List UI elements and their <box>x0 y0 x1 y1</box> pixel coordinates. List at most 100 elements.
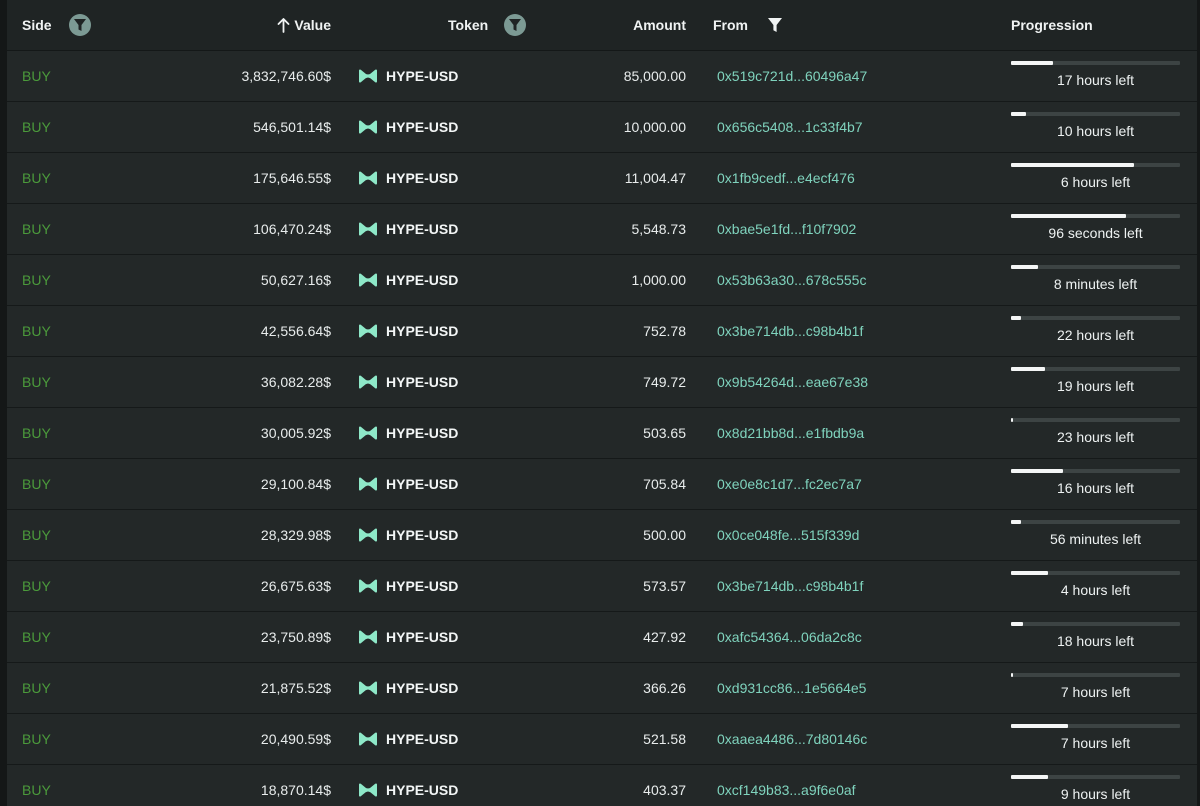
value-cell: 21,875.52$ <box>261 663 331 713</box>
time-left-label: 8 minutes left <box>1053 276 1138 292</box>
from-address-label: 0xcf149b83...a9f6e0af <box>717 782 856 798</box>
value-cell: 175,646.55$ <box>253 153 331 203</box>
amount-cell: 573.57 <box>643 561 686 611</box>
progression-cell: 6 hours left <box>1011 153 1180 203</box>
table-row[interactable]: BUY 20,490.59$ HYPE-USD 521.58 0xaaea448… <box>7 714 1197 765</box>
token-cell[interactable]: HYPE-USD <box>358 255 458 305</box>
progress-bar <box>1011 112 1180 116</box>
token-cell[interactable]: HYPE-USD <box>358 510 458 560</box>
token-cell[interactable]: HYPE-USD <box>358 153 458 203</box>
from-address-link[interactable]: 0x3be714db...c98b4b1f <box>717 306 863 356</box>
progression-cell: 56 minutes left <box>1011 510 1180 560</box>
table-row[interactable]: BUY 175,646.55$ HYPE-USD 11,004.47 0x1fb… <box>7 153 1197 204</box>
amount-label: 500.00 <box>643 527 686 543</box>
table-row[interactable]: BUY 26,675.63$ HYPE-USD 573.57 0x3be714d… <box>7 561 1197 612</box>
from-address-link[interactable]: 0x9b54264d...eae67e38 <box>717 357 868 407</box>
value-cell: 26,675.63$ <box>261 561 331 611</box>
from-address-link[interactable]: 0x8d21bb8d...e1fbdb9a <box>717 408 864 458</box>
table-row[interactable]: BUY 50,627.16$ HYPE-USD 1,000.00 0x53b63… <box>7 255 1197 306</box>
token-cell[interactable]: HYPE-USD <box>358 102 458 152</box>
from-address-link[interactable]: 0x0ce048fe...515f339d <box>717 510 859 560</box>
token-label: HYPE-USD <box>386 323 459 339</box>
table-row[interactable]: BUY 106,470.24$ HYPE-USD 5,548.73 0xbae5… <box>7 204 1197 255</box>
from-address-link[interactable]: 0x519c721d...60496a47 <box>717 51 867 101</box>
token-cell[interactable]: HYPE-USD <box>358 204 458 254</box>
amount-cell: 521.58 <box>643 714 686 764</box>
progression-cell: 7 hours left <box>1011 714 1180 764</box>
header-amount[interactable]: Amount <box>633 0 686 50</box>
progress-bar <box>1011 418 1180 422</box>
side-label: BUY <box>22 221 51 237</box>
header-from-label: From <box>713 17 748 33</box>
time-left-label: 22 hours left <box>1056 327 1135 343</box>
side-cell: BUY <box>22 561 51 611</box>
side-cell: BUY <box>22 459 51 509</box>
amount-label: 521.58 <box>643 731 686 747</box>
table-row[interactable]: BUY 546,501.14$ HYPE-USD 10,000.00 0x656… <box>7 102 1197 153</box>
from-address-link[interactable]: 0x1fb9cedf...e4ecf476 <box>717 153 855 203</box>
progress-bar <box>1011 622 1180 626</box>
side-cell: BUY <box>22 255 51 305</box>
from-address-link[interactable]: 0xaaea4486...7d80146c <box>717 714 867 764</box>
from-address-link[interactable]: 0x53b63a30...678c555c <box>717 255 866 305</box>
token-cell[interactable]: HYPE-USD <box>358 408 458 458</box>
token-label: HYPE-USD <box>386 68 459 84</box>
amount-label: 10,000.00 <box>623 119 686 135</box>
table-row[interactable]: BUY 29,100.84$ HYPE-USD 705.84 0xe0e8c1d… <box>7 459 1197 510</box>
table-row[interactable]: BUY 21,875.52$ HYPE-USD 366.26 0xd931cc8… <box>7 663 1197 714</box>
progression-cell: 17 hours left <box>1011 51 1180 101</box>
sort-arrow-up-icon[interactable] <box>277 17 290 33</box>
table-row[interactable]: BUY 3,832,746.60$ HYPE-USD 85,000.00 0x5… <box>7 51 1197 102</box>
amount-label: 5,548.73 <box>631 221 687 237</box>
progress-bar-fill <box>1011 673 1013 677</box>
token-cell[interactable]: HYPE-USD <box>358 306 458 356</box>
token-cell[interactable]: HYPE-USD <box>358 612 458 662</box>
table-row[interactable]: BUY 18,870.14$ HYPE-USD 403.37 0xcf149b8… <box>7 765 1197 806</box>
header-token[interactable]: Token <box>448 0 527 50</box>
amount-label: 11,004.47 <box>624 170 686 186</box>
progression-cell: 10 hours left <box>1011 102 1180 152</box>
side-cell: BUY <box>22 765 51 806</box>
from-address-link[interactable]: 0xafc54364...06da2c8c <box>717 612 862 662</box>
side-label: BUY <box>22 425 51 441</box>
token-label: HYPE-USD <box>386 272 459 288</box>
table-row[interactable]: BUY 42,556.64$ HYPE-USD 752.78 0x3be714d… <box>7 306 1197 357</box>
token-label: HYPE-USD <box>386 119 459 135</box>
token-cell[interactable]: HYPE-USD <box>358 765 458 806</box>
from-address-label: 0x9b54264d...eae67e38 <box>717 374 869 390</box>
token-filter-icon[interactable] <box>504 14 527 36</box>
table-row[interactable]: BUY 28,329.98$ HYPE-USD 500.00 0x0ce048f… <box>7 510 1197 561</box>
side-cell: BUY <box>22 51 51 101</box>
side-cell: BUY <box>22 306 51 356</box>
progress-bar-fill <box>1011 367 1045 371</box>
progress-bar-fill <box>1011 316 1022 320</box>
value-cell: 28,329.98$ <box>261 510 331 560</box>
header-value[interactable]: Value <box>277 0 331 50</box>
hyperliquid-logo-icon <box>358 579 378 593</box>
header-progression[interactable]: Progression <box>1011 0 1093 50</box>
table-row[interactable]: BUY 30,005.92$ HYPE-USD 503.65 0x8d21bb8… <box>7 408 1197 459</box>
value-label: 3,832,746.60$ <box>241 68 331 84</box>
token-cell[interactable]: HYPE-USD <box>358 459 458 509</box>
side-filter-icon[interactable] <box>68 14 91 36</box>
from-filter-icon[interactable] <box>766 16 784 34</box>
from-address-link[interactable]: 0xbae5e1fd...f10f7902 <box>717 204 856 254</box>
progression-cell: 18 hours left <box>1011 612 1180 662</box>
table-row[interactable]: BUY 36,082.28$ HYPE-USD 749.72 0x9b54264… <box>7 357 1197 408</box>
token-cell[interactable]: HYPE-USD <box>358 663 458 713</box>
from-address-link[interactable]: 0xd931cc86...1e5664e5 <box>717 663 866 713</box>
from-address-link[interactable]: 0x656c5408...1c33f4b7 <box>717 102 863 152</box>
from-address-link[interactable]: 0xcf149b83...a9f6e0af <box>717 765 856 806</box>
token-cell[interactable]: HYPE-USD <box>358 561 458 611</box>
header-from[interactable]: From <box>713 0 784 50</box>
value-cell: 106,470.24$ <box>253 204 331 254</box>
header-side[interactable]: Side <box>22 0 91 50</box>
token-cell[interactable]: HYPE-USD <box>358 51 458 101</box>
table-row[interactable]: BUY 23,750.89$ HYPE-USD 427.92 0xafc5436… <box>7 612 1197 663</box>
from-address-link[interactable]: 0xe0e8c1d7...fc2ec7a7 <box>717 459 862 509</box>
value-label: 18,870.14$ <box>260 782 331 798</box>
from-address-link[interactable]: 0x3be714db...c98b4b1f <box>717 561 863 611</box>
token-cell[interactable]: HYPE-USD <box>358 357 458 407</box>
token-cell[interactable]: HYPE-USD <box>358 714 458 764</box>
progress-bar <box>1011 775 1180 779</box>
